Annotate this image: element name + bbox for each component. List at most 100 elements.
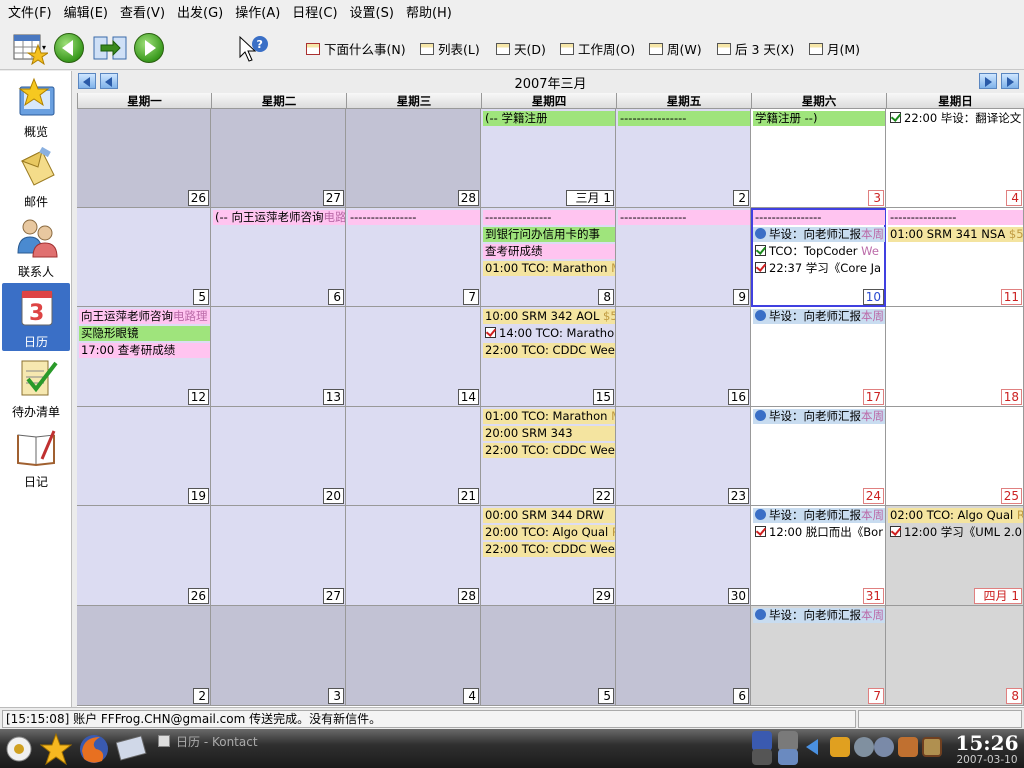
day-cell[interactable]: 27 [211, 109, 346, 208]
calendar-event[interactable]: 毕设：向老师汇报本周 [753, 409, 885, 424]
day-cell[interactable]: 毕设：向老师汇报本周 7 [751, 606, 886, 706]
day-number[interactable]: 19 [187, 488, 209, 504]
day-cell[interactable]: 26 [77, 506, 211, 606]
day-number[interactable]: 14 [457, 389, 479, 405]
day-number[interactable]: 25 [1000, 488, 1022, 504]
day-cell[interactable]: 26 [77, 109, 211, 208]
day-number[interactable]: 17 [862, 389, 884, 405]
day-cell[interactable]: ---------------- 到银行问办信用卡的事 查考研成绩 01:00 TCO… [481, 208, 616, 307]
calendar-event[interactable]: ---------------- [618, 210, 750, 225]
day-cell[interactable]: 毕设：向老师汇报本周 12:00 脱口而出《Bor 31 [751, 506, 886, 606]
network-tray-icon[interactable] [874, 737, 894, 757]
day-number[interactable]: 4 [463, 688, 479, 704]
menu-item[interactable]: 设置(S) [344, 0, 400, 27]
day-cell[interactable]: 23 [616, 407, 751, 506]
day-cell[interactable]: 毕设：向老师汇报本周 24 [751, 407, 886, 506]
day-cell[interactable]: (-- 向王运萍老师咨询电路 6 [211, 208, 346, 307]
arrow-tray-icon[interactable] [806, 739, 818, 755]
day-number[interactable]: 31 [862, 588, 884, 604]
day-cell[interactable]: 22:00 毕设：翻译论文 4 [886, 109, 1024, 208]
calendar-event[interactable]: ---------------- [483, 210, 615, 225]
day-number[interactable]: 6 [328, 289, 344, 305]
day-number[interactable]: 12 [187, 389, 209, 405]
day-number[interactable]: 28 [457, 190, 479, 206]
day-cell[interactable]: 19 [77, 407, 211, 506]
day-number[interactable]: 7 [868, 688, 884, 704]
day-cell[interactable]: 2 [77, 606, 211, 706]
dropdown-arrow-icon[interactable]: ▾ [42, 43, 52, 53]
window-tray-icon[interactable] [752, 749, 772, 765]
sidebar-item-overview[interactable]: 概览 [2, 73, 70, 141]
day-number[interactable]: 27 [322, 588, 344, 604]
day-cell[interactable]: (-- 学籍注册 三月 1 [481, 109, 616, 208]
task-kontact[interactable]: 日历 - Kontact [158, 731, 598, 753]
star-launcher-icon[interactable] [40, 733, 72, 765]
desktop-tray-icon[interactable] [778, 731, 798, 751]
day-cell[interactable]: 10:00 SRM 342 AOL $5, 14:00 TCO: Maratho 2… [481, 307, 616, 407]
calendar-event[interactable]: 到银行问办信用卡的事 [483, 227, 615, 242]
menu-item[interactable]: 查看(V) [114, 0, 171, 27]
calendar-event[interactable]: 02:00 TCO: Algo Qual R [888, 508, 1023, 523]
day-number[interactable]: 2 [193, 688, 209, 704]
view-month[interactable]: 月(M) [809, 39, 860, 58]
calendar-event[interactable]: 20:00 SRM 343 [483, 426, 615, 441]
next-year-button[interactable] [1001, 73, 1019, 89]
day-number[interactable]: 8 [1006, 688, 1022, 704]
calendar-event[interactable]: 22:00 TCO: CDDC Week [483, 443, 615, 458]
volume-tray-icon[interactable] [854, 737, 874, 757]
day-number[interactable]: 26 [187, 190, 209, 206]
calendar-event[interactable]: ---------------- [348, 210, 480, 225]
day-cell[interactable]: 21 [346, 407, 481, 506]
calendar-event[interactable]: (-- 学籍注册 [483, 111, 615, 126]
day-cell[interactable]: ---------------- 毕设：向老师汇报本周 TCO：TopCoder W… [751, 208, 886, 307]
day-number[interactable]: 7 [463, 289, 479, 305]
day-cell[interactable]: ---------------- 01:00 SRM 341 NSA $5 11 [886, 208, 1024, 307]
calendar-event[interactable]: 17:00 查考研成绩 [79, 343, 210, 358]
day-number[interactable]: 3 [328, 688, 344, 704]
menu-item[interactable]: 编辑(E) [58, 0, 114, 27]
menu-item[interactable]: 日程(C) [286, 0, 343, 27]
calendar-event[interactable]: ---------------- [888, 210, 1023, 225]
day-number[interactable]: 3 [868, 190, 884, 206]
sidebar-item-contacts[interactable]: 联系人 [2, 213, 70, 281]
calendar-event[interactable]: 00:00 SRM 344 DRW [483, 508, 615, 523]
calendar-event[interactable]: 买隐形眼镜 [79, 326, 210, 341]
calendar-event[interactable]: 20:00 TCO: Algo Qual R [483, 525, 615, 540]
day-cell[interactable]: ---------------- 9 [616, 208, 751, 307]
day-cell[interactable]: 13 [211, 307, 346, 407]
todo-checkbox-icon[interactable] [485, 327, 496, 338]
day-cell[interactable]: 01:00 TCO: Marathon M 20:00 SRM 343 22:00 … [481, 407, 616, 506]
calendar-event[interactable]: ---------------- [753, 210, 885, 225]
menu-item[interactable]: 操作(A) [229, 0, 286, 27]
calendar-event[interactable]: 22:00 TCO: CDDC Week [483, 343, 615, 358]
calendar-event[interactable]: 毕设：向老师汇报本周 [753, 508, 885, 523]
calendar-event[interactable]: 22:00 TCO: CDDC Week [483, 542, 615, 557]
calendar-event[interactable]: 学籍注册 --) [753, 111, 885, 126]
day-number[interactable]: 8 [598, 289, 614, 305]
clock-time[interactable]: 15:26 [950, 731, 1024, 755]
day-number[interactable]: 5 [193, 289, 209, 305]
day-number[interactable]: 4 [1006, 190, 1022, 206]
firefox-icon[interactable] [78, 733, 110, 765]
calendar-event[interactable]: 12:00 脱口而出《Bor [753, 525, 885, 540]
firefox-tray-icon[interactable] [752, 731, 772, 751]
day-cell[interactable]: 00:00 SRM 344 DRW 20:00 TCO: Algo Qual R 2… [481, 506, 616, 606]
day-number[interactable]: 15 [592, 389, 614, 405]
day-number[interactable]: 22 [592, 488, 614, 504]
calendar-event[interactable]: ---------------- [618, 111, 750, 126]
day-number[interactable]: 16 [727, 389, 749, 405]
day-cell[interactable]: 向王运萍老师咨询电路理 买隐形眼镜 17:00 查考研成绩 12 [77, 307, 211, 407]
menu-item[interactable]: 出发(G) [171, 0, 229, 27]
day-cell[interactable]: 28 [346, 109, 481, 208]
day-number[interactable]: 28 [457, 588, 479, 604]
menu-item[interactable]: 帮助(H) [400, 0, 458, 27]
day-cell[interactable]: 5 [77, 208, 211, 307]
day-number[interactable]: 21 [457, 488, 479, 504]
pager-tray-icon[interactable] [778, 749, 798, 765]
day-cell[interactable]: 3 [211, 606, 346, 706]
day-number[interactable]: 24 [862, 488, 884, 504]
view-next-3-days[interactable]: 后 3 天(X) [717, 39, 794, 58]
day-number[interactable]: 23 [727, 488, 749, 504]
calendar-event[interactable]: 毕设：向老师汇报本周 [753, 608, 885, 623]
day-cell[interactable]: 25 [886, 407, 1024, 506]
